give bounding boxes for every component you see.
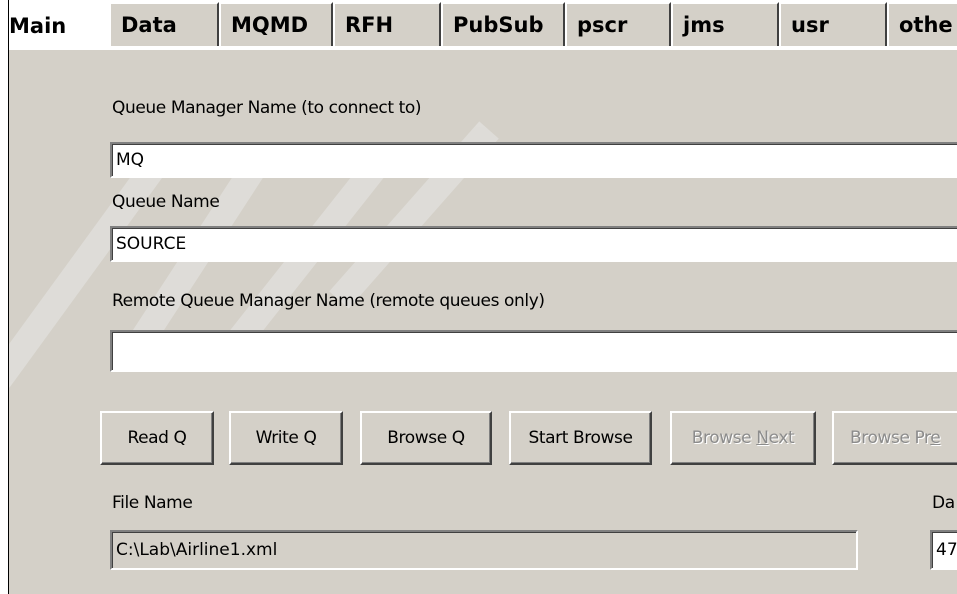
browse-previous-button-label: Browse Pre: [850, 428, 941, 448]
tab-pscr-label: pscr: [577, 13, 628, 37]
browse-previous-button[interactable]: Browse Pre: [832, 411, 957, 465]
tab-data-label: Data: [121, 13, 177, 37]
tab-rfh-label: RFH: [345, 13, 394, 37]
right-field-label: Da: [932, 493, 955, 513]
queue-manager-input[interactable]: MQ: [110, 142, 957, 178]
tab-main[interactable]: Main: [9, 4, 111, 48]
tab-underline: [9, 46, 957, 47]
write-queue-button[interactable]: Write Q: [229, 411, 343, 465]
read-queue-button-label: Read Q: [127, 428, 187, 448]
browse-previous-mnemonic: e: [930, 428, 941, 448]
read-queue-button[interactable]: Read Q: [100, 411, 214, 465]
queue-name-label: Queue Name: [112, 192, 220, 212]
tab-pubsub-label: PubSub: [453, 13, 544, 37]
browse-next-text-end: ext: [768, 428, 795, 448]
tab-mqmd[interactable]: MQMD: [219, 2, 333, 46]
remote-queue-manager-input[interactable]: [110, 330, 957, 372]
tab-pscr[interactable]: pscr: [565, 2, 671, 46]
file-name-input[interactable]: C:\Lab\Airline1.xml: [110, 530, 858, 570]
tab-data[interactable]: Data: [109, 2, 219, 46]
start-browse-button[interactable]: Start Browse: [509, 411, 652, 465]
tab-main-label: Main: [9, 14, 67, 38]
write-queue-button-label: Write Q: [255, 428, 317, 448]
start-browse-button-label: Start Browse: [528, 428, 633, 448]
tab-usr[interactable]: usr: [779, 2, 887, 46]
tab-usr-label: usr: [791, 13, 829, 37]
tab-pubsub[interactable]: PubSub: [441, 2, 565, 46]
browse-queue-button-label: Browse Q: [387, 428, 465, 448]
tab-other[interactable]: othe: [887, 2, 957, 46]
tab-jms-label: jms: [683, 13, 725, 37]
browse-next-button[interactable]: Browse Next: [670, 411, 816, 465]
browse-queue-button[interactable]: Browse Q: [360, 411, 492, 465]
browse-next-mnemonic: N: [756, 428, 769, 448]
file-name-label: File Name: [112, 493, 193, 513]
browse-previous-text: Browse Pr: [850, 428, 931, 448]
browse-next-text-start: Browse: [691, 428, 757, 448]
main-panel: Main Data MQMD RFH PubSub pscr jms usr o…: [8, 0, 957, 594]
remote-queue-manager-label: Remote Queue Manager Name (remote queues…: [112, 291, 545, 311]
tab-jms[interactable]: jms: [671, 2, 779, 46]
right-field-input[interactable]: 47: [930, 530, 957, 570]
tab-other-label: othe: [899, 13, 953, 37]
queue-manager-label: Queue Manager Name (to connect to): [112, 98, 422, 118]
browse-next-button-label: Browse Next: [692, 428, 795, 448]
tab-strip: Main Data MQMD RFH PubSub pscr jms usr o…: [9, 0, 957, 50]
tab-mqmd-label: MQMD: [231, 13, 309, 37]
tab-rfh[interactable]: RFH: [333, 2, 441, 46]
queue-name-input[interactable]: SOURCE: [110, 226, 957, 262]
